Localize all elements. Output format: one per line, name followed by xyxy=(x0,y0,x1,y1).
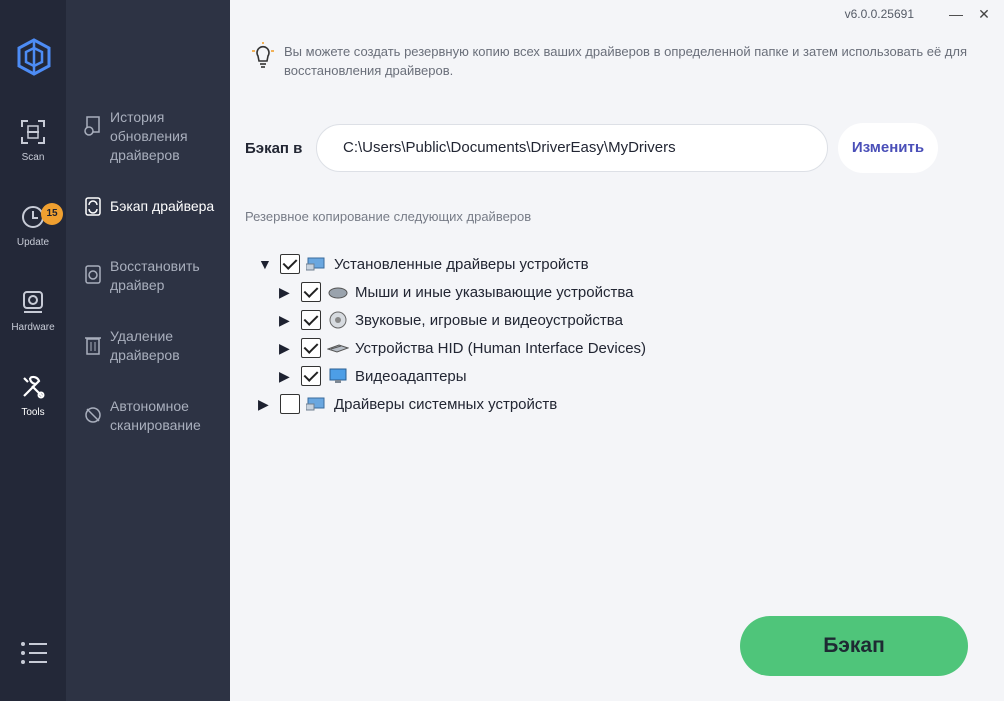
tree-row-sound: ▶ Звуковые, игровые и видеоустройства xyxy=(279,309,623,331)
sub-item-history-label: История обновления драйверов xyxy=(110,109,188,163)
tree-label: Видеоадаптеры xyxy=(355,367,467,385)
nav-hardware[interactable]: Hardware xyxy=(0,288,66,358)
expand-arrow-icon[interactable]: ▶ xyxy=(279,368,301,385)
sub-item-offline-scan[interactable]: Автономное сканирование xyxy=(84,397,224,435)
expand-arrow-icon[interactable]: ▶ xyxy=(279,312,301,329)
backup-icon xyxy=(85,197,101,216)
sub-item-offline-scan-label: Автономное сканирование xyxy=(110,398,201,433)
history-icon xyxy=(84,116,100,136)
expand-arrow-icon[interactable]: ▶ xyxy=(279,340,301,357)
change-path-button[interactable]: Изменить xyxy=(838,123,938,173)
devices-icon xyxy=(306,257,325,271)
uninstall-icon xyxy=(85,337,101,355)
sub-item-backup-label: Бэкап драйвера xyxy=(110,198,215,214)
sub-item-uninstall[interactable]: Удаление драйверов xyxy=(84,327,224,365)
tree-label: Устройства HID (Human Interface Devices) xyxy=(355,339,647,357)
offline-scan-icon xyxy=(85,407,101,423)
tree-checkbox[interactable] xyxy=(280,254,300,274)
tools-icon xyxy=(23,375,45,399)
tree-checkbox[interactable] xyxy=(280,394,300,414)
tree-checkbox[interactable] xyxy=(301,282,321,302)
nav-scan[interactable]: Scan xyxy=(0,118,66,188)
sub-item-uninstall-label: Удаление драйверов xyxy=(110,328,180,363)
nav-tools[interactable]: Tools xyxy=(0,373,66,443)
section-title: Резервное копирование следующих драйверо… xyxy=(245,209,532,224)
hid-icon xyxy=(327,344,349,353)
tree-label: Драйверы системных устройств xyxy=(334,395,558,413)
sub-item-history[interactable]: История обновления драйверов xyxy=(84,108,224,165)
tree-label: Звуковые, игровые и видеоустройства xyxy=(355,311,623,329)
left-nav-bar: Scan Update 15 Hardware Tools xyxy=(0,0,66,701)
tree-checkbox[interactable] xyxy=(301,366,321,386)
tree-checkbox[interactable] xyxy=(301,310,321,330)
nav-hardware-label: Hardware xyxy=(11,322,55,333)
tree-checkbox[interactable] xyxy=(301,338,321,358)
speaker-icon xyxy=(329,311,347,329)
system-devices-icon xyxy=(306,397,325,411)
hardware-icon xyxy=(23,291,43,313)
collapse-arrow-icon[interactable]: ▼ xyxy=(258,256,280,272)
sub-item-backup[interactable]: Бэкап драйвера xyxy=(84,197,224,222)
tree-label: Мыши и иные указывающие устройства xyxy=(355,283,634,301)
nav-tools-label: Tools xyxy=(21,407,45,418)
tree-row-system: ▶ Драйверы системных устройств xyxy=(258,393,557,415)
expand-arrow-icon[interactable]: ▶ xyxy=(279,284,301,301)
restore-icon xyxy=(85,265,101,284)
update-count-badge: 15 xyxy=(41,203,63,225)
tree-row-hid: ▶ Устройства HID (Human Interface Device… xyxy=(279,337,646,359)
tree-label: Установленные драйверы устройств xyxy=(334,255,589,273)
tree-row-video: ▶ Видеоадаптеры xyxy=(279,365,467,387)
nav-update-label: Update xyxy=(16,237,50,248)
scan-icon xyxy=(21,120,45,144)
info-text: Вы можете создать резервную копию всех в… xyxy=(284,44,968,78)
lightbulb-icon xyxy=(252,42,274,68)
expand-arrow-icon[interactable]: ▶ xyxy=(258,396,280,413)
sub-item-restore-label: Восстановить драйвер xyxy=(110,258,200,293)
menu-list-icon[interactable] xyxy=(20,640,48,666)
backup-location-label: Бэкап в xyxy=(245,140,303,157)
nav-scan-label: Scan xyxy=(21,152,45,163)
tree-row-mouse: ▶ Мыши и иные указывающие устройства xyxy=(279,281,633,303)
tools-sub-nav: История обновления драйверов Бэкап драйв… xyxy=(66,0,230,701)
display-adapter-icon xyxy=(329,368,347,383)
version-label: v6.0.0.25691 xyxy=(844,7,914,21)
minimize-button[interactable]: — xyxy=(946,5,966,23)
app-logo-icon xyxy=(17,38,51,76)
backup-button[interactable]: Бэкап xyxy=(740,616,968,676)
info-banner: Вы можете создать резервную копию всех в… xyxy=(250,42,970,80)
main-panel: v6.0.0.25691 — ✕ Вы можете создать резер… xyxy=(230,0,1004,701)
close-button[interactable]: ✕ xyxy=(974,5,994,23)
backup-path-field[interactable]: C:\Users\Public\Documents\DriverEasy\MyD… xyxy=(316,124,828,172)
nav-update[interactable]: Update 15 xyxy=(0,203,66,273)
mouse-icon xyxy=(328,287,348,299)
tree-row-installed: ▼ Установленные драйверы устройств xyxy=(258,253,589,275)
sub-item-restore[interactable]: Восстановить драйвер xyxy=(84,257,224,295)
